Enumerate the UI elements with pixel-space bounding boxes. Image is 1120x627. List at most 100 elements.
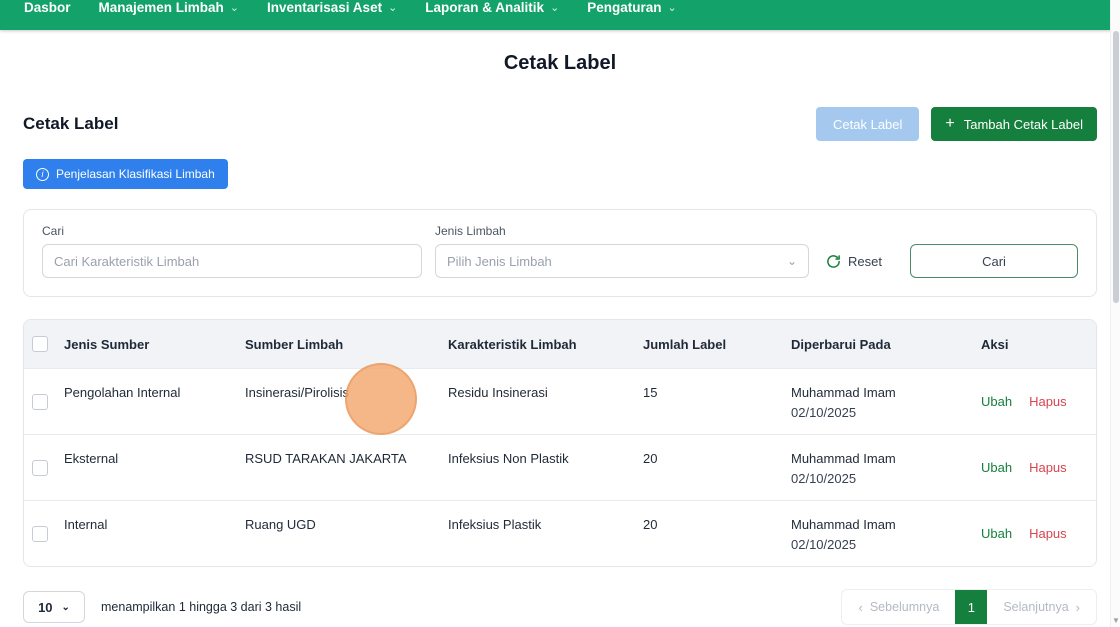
cell-karakteristik: Infeksius Non Plastik [448, 451, 569, 466]
section-header: Cetak Label Cetak Label + Tambah Cetak L… [23, 107, 1097, 141]
pagination: ‹ Sebelumnya 1 Selanjutnya › [841, 589, 1097, 625]
row-checkbox-cell [24, 393, 64, 410]
row-checkbox-cell [24, 525, 64, 542]
cell-karakteristik: Residu Insinerasi [448, 385, 548, 400]
top-nav: Dasbor Manajemen Limbah ⌄ Inventarisasi … [0, 0, 1120, 30]
cell-sumber-limbah: Ruang UGD [245, 517, 316, 532]
select-all-checkbox[interactable] [32, 336, 48, 352]
cari-button[interactable]: Cari [910, 244, 1078, 278]
hapus-link[interactable]: Hapus [1029, 526, 1067, 541]
header-karakteristik-limbah: Karakteristik Limbah [448, 336, 577, 352]
nav-item-pengaturan[interactable]: Pengaturan ⌄ [587, 0, 676, 18]
header-aksi: Aksi [981, 336, 1009, 352]
next-page-label: Selanjutnya [1003, 600, 1069, 614]
header-sumber-limbah: Sumber Limbah [245, 336, 344, 352]
hapus-link[interactable]: Hapus [1029, 394, 1067, 409]
section-actions: Cetak Label + Tambah Cetak Label [816, 107, 1097, 141]
cell-jenis-sumber: Eksternal [64, 451, 119, 466]
main-content: Cetak Label Cetak Label Cetak Label + Ta… [0, 52, 1120, 625]
row-checkbox[interactable] [32, 393, 48, 410]
chevron-down-icon: ⌄ [229, 2, 240, 14]
row-checkbox[interactable] [32, 459, 48, 476]
nav-item-laporan-analitik[interactable]: Laporan & Analitik ⌄ [425, 0, 559, 18]
section-title: Cetak Label [23, 114, 119, 133]
label-table: Jenis Sumber Sumber Limbah Karakteristik… [23, 319, 1097, 567]
prev-page-label: Sebelumnya [869, 600, 940, 614]
filter-card: Cari Jenis Limbah Pilih Jenis Limbah ⌄ R… [23, 209, 1097, 297]
table-row: Eksternal RSUD TARAKAN JAKARTA Infeksius… [24, 434, 1096, 500]
updated-date: 02/10/2025 [791, 405, 857, 420]
cell-jenis-sumber: Internal [64, 517, 108, 532]
cell-aksi: Ubah Hapus [981, 526, 1096, 541]
nav-item-dasbor[interactable]: Dasbor [24, 0, 71, 18]
cetak-label-button[interactable]: Cetak Label [816, 107, 920, 141]
penjelasan-button-label: Penjelasan Klasifikasi Limbah [56, 167, 215, 181]
tambah-cetak-label-button[interactable]: + Tambah Cetak Label [931, 107, 1097, 141]
updated-by: Muhammad Imam [791, 451, 896, 466]
nav-item-manajemen-limbah[interactable]: Manajemen Limbah ⌄ [99, 0, 240, 18]
cell-diperbarui: Muhammad Imam 02/10/2025 [791, 369, 981, 434]
updated-by: Muhammad Imam [791, 517, 896, 532]
page-size-value: 10 [38, 599, 53, 615]
header-checkbox-cell [24, 336, 64, 352]
table-row: Internal Ruang UGD Infeksius Plastik 20 … [24, 500, 1096, 566]
nav-item-label: Inventarisasi Aset [267, 0, 383, 15]
cell-sumber-limbah: Insinerasi/Pirolisis [245, 385, 350, 400]
ubah-link[interactable]: Ubah [981, 394, 1012, 409]
nav-item-label: Laporan & Analitik [425, 0, 545, 15]
results-summary: menampilkan 1 hingga 3 dari 3 hasil [101, 600, 302, 614]
chevron-down-icon: ⌄ [550, 2, 560, 14]
ubah-link[interactable]: Ubah [981, 460, 1012, 475]
cell-diperbarui: Muhammad Imam 02/10/2025 [791, 501, 981, 566]
jenis-limbah-field-group: Jenis Limbah Pilih Jenis Limbah ⌄ [435, 224, 809, 278]
page-size-select[interactable]: 10 ⌄ [23, 591, 85, 623]
penjelasan-klasifikasi-button[interactable]: i Penjelasan Klasifikasi Limbah [23, 159, 228, 189]
cell-aksi: Ubah Hapus [981, 394, 1096, 409]
header-jumlah-label: Jumlah Label [643, 336, 727, 352]
cell-jenis-sumber: Pengolahan Internal [64, 385, 181, 400]
search-field-label: Cari [42, 224, 65, 238]
table-header-row: Jenis Sumber Sumber Limbah Karakteristik… [24, 320, 1096, 368]
chevron-down-icon: ⌄ [61, 601, 70, 613]
ubah-link[interactable]: Ubah [981, 526, 1012, 541]
chevron-down-icon: ⌄ [667, 2, 677, 14]
chevron-down-icon: ⌄ [388, 2, 398, 14]
jenis-limbah-label: Jenis Limbah [435, 224, 506, 238]
nav-item-inventarisasi-aset[interactable]: Inventarisasi Aset ⌄ [267, 0, 397, 18]
cell-aksi: Ubah Hapus [981, 460, 1096, 475]
header-jenis-sumber: Jenis Sumber [64, 336, 150, 352]
chevron-right-icon: › [1075, 599, 1080, 615]
updated-date: 02/10/2025 [791, 471, 857, 486]
scroll-down-arrow-icon[interactable]: ▼ [1111, 617, 1120, 625]
jenis-limbah-placeholder: Pilih Jenis Limbah [447, 253, 552, 269]
updated-by: Muhammad Imam [791, 385, 896, 400]
row-checkbox[interactable] [32, 525, 48, 542]
current-page-button[interactable]: 1 [955, 590, 988, 624]
scrollbar: ▼ [1110, 0, 1120, 627]
plus-icon: + [945, 115, 955, 132]
nav-item-label: Pengaturan [587, 0, 662, 15]
cell-jumlah: 15 [643, 385, 658, 400]
cell-karakteristik: Infeksius Plastik [448, 517, 542, 532]
reset-button[interactable]: Reset [826, 244, 882, 278]
updated-date: 02/10/2025 [791, 537, 857, 552]
cell-diperbarui: Muhammad Imam 02/10/2025 [791, 435, 981, 500]
chevron-down-icon: ⌄ [786, 254, 797, 268]
info-icon: i [36, 167, 49, 181]
next-page-button[interactable]: Selanjutnya › [987, 590, 1096, 624]
page-title: Cetak Label [503, 52, 617, 74]
prev-page-button[interactable]: ‹ Sebelumnya [842, 590, 955, 624]
jenis-limbah-select[interactable]: Pilih Jenis Limbah ⌄ [435, 244, 809, 278]
cell-jumlah: 20 [643, 451, 658, 466]
hapus-link[interactable]: Hapus [1029, 460, 1067, 475]
search-input[interactable] [42, 244, 422, 278]
nav-item-label: Dasbor [24, 0, 71, 15]
header-diperbarui-pada: Diperbarui Pada [791, 336, 891, 352]
row-checkbox-cell [24, 459, 64, 476]
cell-jumlah: 20 [643, 517, 658, 532]
nav-item-label: Manajemen Limbah [98, 0, 224, 15]
reset-label: Reset [848, 253, 882, 269]
table-row: Pengolahan Internal Insinerasi/Pirolisis… [24, 368, 1096, 434]
scrollbar-thumb[interactable] [1113, 31, 1119, 303]
chevron-left-icon: ‹ [858, 599, 863, 615]
